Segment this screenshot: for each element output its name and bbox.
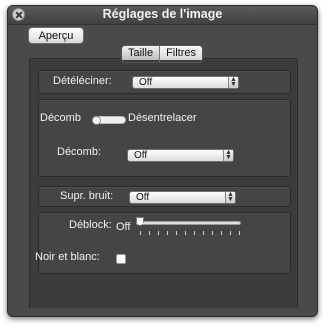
denoise-popup[interactable]: Off ▲ ▼ [129, 191, 236, 204]
decomb-deinterlace-switch[interactable] [92, 116, 126, 125]
decomb-switch-left-label: Décomb [40, 112, 81, 124]
window-title: Réglages de l'image [102, 7, 223, 21]
tab-segmented-control: Taille Filtres [121, 45, 204, 63]
detelecine-popup[interactable]: Off ▲ ▼ [132, 76, 239, 89]
deblock-value-text: Off [116, 221, 131, 233]
slider-tick [167, 231, 168, 235]
popup-arrows-icon: ▲ ▼ [225, 191, 235, 203]
image-settings-window: Réglages de l'image Aperçu Taille Filtre… [7, 5, 318, 317]
slider-tick [239, 231, 240, 235]
popup-arrows-icon: ▲ ▼ [228, 76, 238, 88]
preview-button[interactable]: Aperçu [28, 27, 84, 44]
deblock-slider-track[interactable] [136, 221, 241, 225]
titlebar: Réglages de l'image [8, 6, 317, 25]
detelecine-value: Off [139, 77, 153, 88]
switch-knob[interactable] [92, 116, 101, 125]
deblock-grayscale-group: Déblock: Off Noir et blanc: [35, 212, 291, 274]
popup-arrows-icon: ▲ ▼ [223, 149, 233, 161]
tab-filtres[interactable]: Filtres [160, 46, 203, 60]
denoise-group: Supr. bruit: Off ▲ ▼ [38, 186, 291, 207]
slider-tick [158, 231, 159, 235]
slider-tick [185, 231, 186, 235]
detelecine-group: Détéléciner: Off ▲ ▼ [38, 70, 291, 94]
grayscale-checkbox[interactable] [116, 254, 126, 264]
tab-taille[interactable]: Taille [122, 46, 160, 60]
denoise-label: Supr. bruit: [60, 190, 114, 202]
filters-panel: Détéléciner: Off ▲ ▼ Décomb Désentrelacer… [29, 58, 298, 310]
slider-tick [221, 231, 222, 235]
decomb-group: Décomb Désentrelacer Décomb: Off ▲ ▼ [38, 99, 291, 177]
slider-tick [212, 231, 213, 235]
slider-tick [230, 231, 231, 235]
decomb-popup[interactable]: Off ▲ ▼ [127, 149, 234, 162]
deblock-label: Déblock: [69, 219, 112, 231]
denoise-value: Off [136, 192, 150, 203]
detelecine-label: Détéléciner: [53, 75, 112, 87]
slider-tick [194, 231, 195, 235]
decomb-popup-label: Décomb: [57, 146, 102, 158]
slider-tick [176, 231, 177, 235]
slider-tick [149, 231, 150, 235]
decomb-switch-right-label: Désentrelacer [128, 112, 197, 124]
decomb-value: Off [134, 150, 148, 161]
window-bottom-edge [8, 308, 317, 316]
slider-tick [140, 231, 141, 235]
grayscale-label: Noir et blanc: [35, 251, 100, 263]
slider-tick [203, 231, 204, 235]
